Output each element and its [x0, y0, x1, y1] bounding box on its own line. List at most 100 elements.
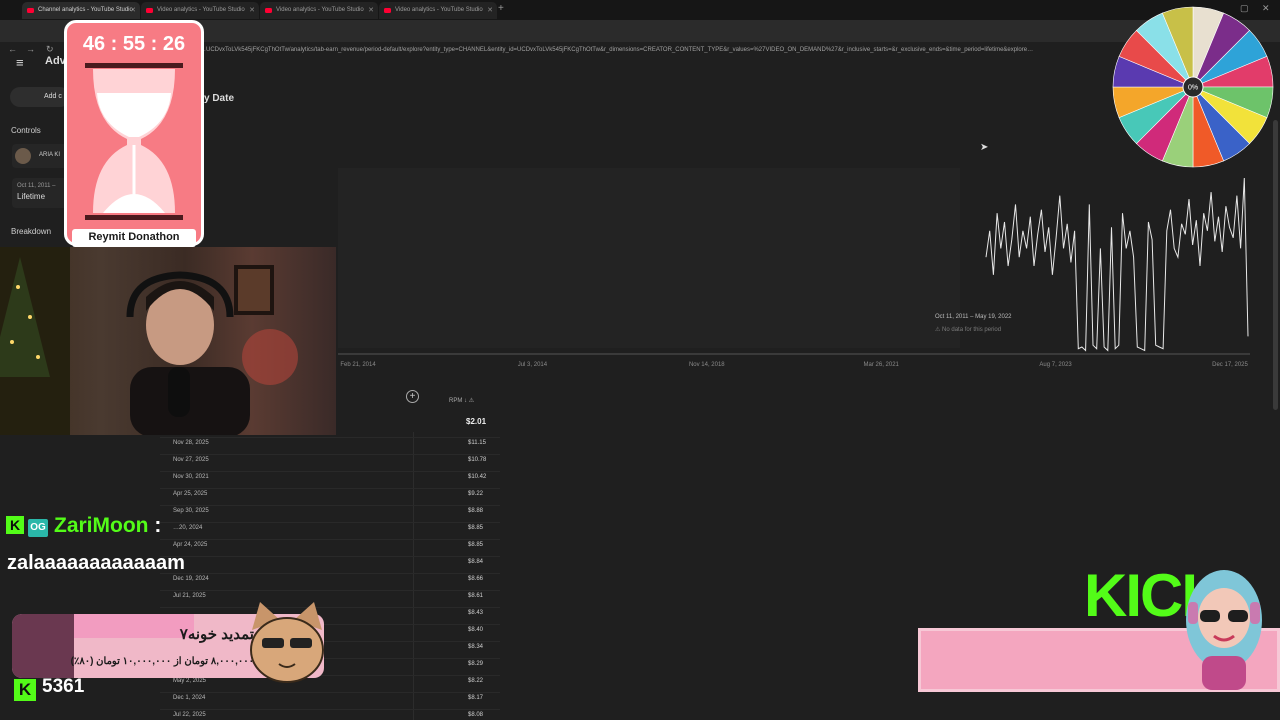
prize-wheel: 0%: [1112, 6, 1274, 168]
table-row-rpm: $9.22: [468, 491, 484, 497]
goal-title: تمدید خونه۷: [179, 626, 254, 643]
rpm-line-chart[interactable]: Feb 21, 2014 Jul 3, 2014 Nov 14, 2018 Mar 2…: [338, 168, 1264, 368]
table-row-divider: [160, 607, 500, 608]
table-row-date: May 2, 2025: [173, 678, 207, 684]
tab-label: Video analytics - YouTube Studio: [395, 7, 483, 13]
breakdown-label: Breakdown: [11, 227, 52, 236]
table-row-divider: [160, 573, 500, 574]
youtube-favicon-icon: [265, 8, 272, 13]
page-title: Adv: [45, 55, 66, 67]
rpm-column-header[interactable]: RPM ↓ ⚠: [449, 397, 474, 404]
table-row-rpm: $8.85: [468, 525, 484, 531]
table-row-rpm: $8.85: [468, 542, 484, 548]
timer-label: Reymit Donathon: [72, 229, 196, 247]
youtube-favicon-icon: [384, 8, 391, 13]
forward-icon[interactable]: →: [26, 44, 35, 54]
no-data-shade: [338, 168, 960, 348]
new-tab-icon[interactable]: +: [498, 3, 504, 14]
donathon-timer: 46 : 55 : 26: [64, 20, 204, 246]
reload-icon[interactable]: ↻: [46, 44, 54, 55]
sort-down-icon: ↓: [464, 398, 468, 404]
youtube-favicon-icon: [146, 8, 153, 13]
close-tab-icon[interactable]: ✕: [249, 6, 255, 14]
table-row-rpm: $8.22: [468, 678, 484, 684]
og-badge-icon: OG: [28, 519, 48, 537]
table-row-divider: [160, 539, 500, 540]
browser-tab[interactable]: Video analytics - YouTube Studio ✕: [260, 2, 378, 19]
avatar: [15, 148, 31, 164]
goal-progress-text: ۸,۰۰۰,۰۰۰ تومان از ۱۰,۰۰۰,۰۰۰ تومان (۸۰٪…: [70, 656, 254, 667]
table-row-divider: [160, 505, 500, 506]
table-row-date: Dec 1, 2024: [173, 695, 206, 701]
kick-logo-icon: K: [14, 679, 36, 701]
table-row-date: Jul 21, 2025: [173, 593, 206, 599]
goal-pattern: [12, 614, 74, 678]
add-compare-button[interactable]: Add c: [10, 87, 70, 107]
x-tick-label: Feb 21, 2014: [340, 362, 376, 368]
browser-tab[interactable]: Channel analytics - YouTube Studio ✕: [22, 2, 140, 19]
table-row-rpm: $10.42: [468, 474, 487, 480]
table-row-divider: [160, 454, 500, 455]
table-row-rpm: $8.43: [468, 610, 484, 616]
table-row-rpm: $8.34: [468, 644, 484, 650]
warning-icon: ⚠: [468, 398, 475, 404]
page-scrollbar[interactable]: [1273, 120, 1278, 410]
table-column-divider: [413, 432, 414, 720]
table-row-divider: [160, 556, 500, 557]
close-tab-icon[interactable]: ✕: [487, 6, 493, 14]
close-tab-icon[interactable]: ✕: [130, 6, 136, 14]
chat-username-text: ZariMoon: [54, 514, 149, 537]
x-tick-label: Aug 7, 2023: [1039, 362, 1072, 368]
table-row-date: Sep 30, 2025: [173, 508, 209, 514]
browser-tab[interactable]: Video analytics - YouTube Studio ✕: [379, 2, 497, 19]
tab-label: Video analytics - YouTube Studio: [276, 7, 364, 13]
date-range-main: Lifetime: [17, 192, 46, 201]
no-data-note-text: No data for this period: [942, 327, 1002, 333]
table-row-date: …20, 2024: [173, 525, 203, 531]
avatar-character-icon: [1186, 570, 1262, 690]
rpm-series-line: [985, 177, 1249, 352]
tab-label: Video analytics - YouTube Studio: [157, 7, 245, 13]
no-data-range: Oct 11, 2011 – May 19, 2022: [935, 314, 1012, 320]
tab-label: Channel analytics - YouTube Studio: [38, 7, 133, 13]
table-row-date: Apr 24, 2025: [173, 542, 208, 548]
table-row-date: Apr 25, 2025: [173, 491, 208, 497]
table-row-divider: [160, 709, 500, 710]
report-title: y Date: [204, 93, 235, 104]
cat-mascot-icon: [250, 602, 324, 683]
close-tab-icon[interactable]: ✕: [368, 6, 374, 14]
add-button-label: Add c: [44, 93, 62, 100]
table-row-date: Nov 28, 2025: [173, 440, 209, 446]
youtube-favicon-icon: [27, 8, 34, 13]
x-tick-label: Dec 17, 2025: [1212, 362, 1248, 368]
table-row-rpm: $8.88: [468, 508, 484, 514]
rpm-header-label: RPM: [449, 398, 463, 404]
table-row-rpm: $8.61: [468, 593, 484, 599]
table-row-divider: [160, 471, 500, 472]
chat-username: K OG ZariMoon :: [6, 514, 161, 538]
table-row-rpm: $8.17: [468, 695, 484, 701]
table-row-date: Dec 19, 2024: [173, 576, 209, 582]
channel-selector[interactable]: ARIA KI: [12, 144, 70, 168]
table-row-divider: [160, 590, 500, 591]
x-tick-label: Mar 26, 2021: [864, 362, 900, 368]
table-row-divider: [160, 692, 500, 693]
x-tick-label: Nov 14, 2018: [689, 362, 725, 368]
hourglass-icon: [85, 63, 183, 220]
kick-badge-icon: K: [6, 516, 24, 534]
browser-tab[interactable]: Video analytics - YouTube Studio ✕: [141, 2, 259, 19]
url-field[interactable]: …UCDvxToLVk545jFKCgThOtTw/analytics/tab-…: [200, 45, 1120, 58]
date-range-picker[interactable]: Oct 11, 2011 – Lifetime: [12, 178, 70, 208]
browser-tabbar: Channel analytics - YouTube Studio ✕ Vide…: [0, 0, 1280, 20]
tree-light: [16, 285, 20, 289]
webcam-feed: [0, 247, 336, 435]
warning-icon: ⚠: [935, 327, 943, 333]
table-row-date: Nov 30, 2021: [173, 474, 209, 480]
table-row-divider: [160, 522, 500, 523]
date-range-sub: Oct 11, 2011 –: [17, 183, 56, 189]
add-column-icon[interactable]: +: [406, 390, 419, 403]
red-lamp: [242, 329, 298, 385]
back-icon[interactable]: ←: [8, 44, 17, 54]
menu-icon[interactable]: ≡: [16, 55, 24, 70]
table-row-rpm: $8.66: [468, 576, 484, 582]
